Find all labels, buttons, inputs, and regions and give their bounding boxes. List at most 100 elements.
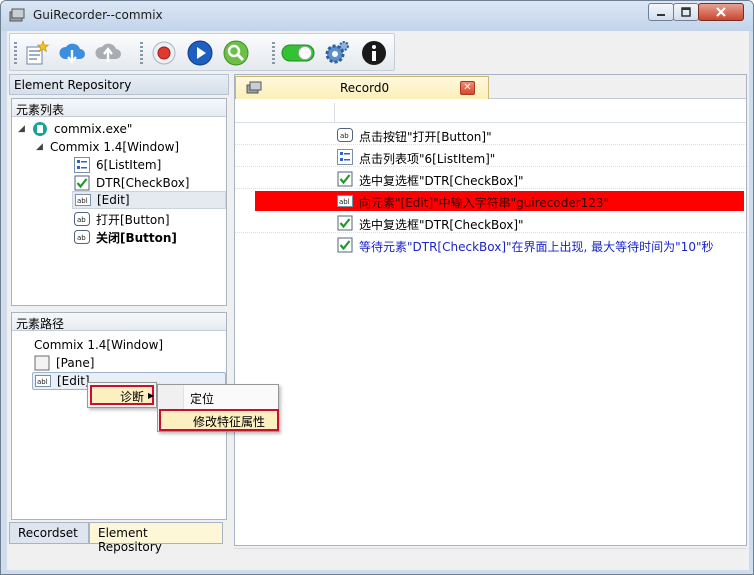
minimize-button[interactable]	[648, 3, 674, 21]
tree-item-label: Commix 1.4[Window]	[50, 140, 180, 154]
pane-icon	[34, 355, 50, 371]
step-row[interactable]: 点击列表项"6[ListItem]"	[235, 147, 746, 167]
step-text: 等待元素"DTR[CheckBox]"在界面上出现, 最大等待时间为"10"秒	[359, 240, 714, 254]
tree-item-label: commix.exe"	[54, 122, 133, 136]
path-item-label: Commix 1.4[Window]	[34, 338, 164, 352]
maximize-button[interactable]	[673, 3, 699, 21]
tree-item-label: [Edit]	[97, 193, 130, 207]
path-item-label: [Edit]	[57, 374, 90, 388]
window-title: GuiRecorder--commix	[33, 8, 163, 22]
steps-grid-header	[235, 103, 746, 123]
panel-title: Element Repository	[9, 74, 229, 95]
svg-text:abl: abl	[77, 197, 88, 205]
upload-button[interactable]	[94, 39, 122, 67]
title-bar: GuiRecorder--commix	[1, 1, 753, 31]
step-text: 点击按钮"打开[Button]"	[359, 130, 492, 144]
tree-item-open-button[interactable]: ab 打开[Button]	[74, 210, 170, 228]
context-submenu: 定位 修改特征属性	[157, 384, 279, 432]
close-icon: ✕	[463, 82, 472, 93]
bottom-tab-bar: Recordset Element Repository	[9, 522, 229, 554]
path-item-pane[interactable]: [Pane]	[34, 354, 94, 372]
checkbox-icon	[74, 175, 90, 191]
step-text: 点击列表项"6[ListItem]"	[359, 152, 496, 166]
cloud-upload-icon	[95, 43, 121, 62]
step-text: 向元素"[Edit]"中输入字符串"guirecoder123"	[359, 196, 610, 210]
element-repository-panel: Element Repository 元素列表 ◢ commix.exe" ◢ …	[9, 74, 229, 568]
record-editor: Record0 ✕ ab 点击按钮"打开[Button]" 点击列表项"6[Li…	[234, 74, 747, 546]
step-row-highlighted[interactable]: abl 向元素"[Edit]"中输入字符串"guirecoder123"	[255, 191, 744, 211]
edit-abl-icon: abl	[75, 194, 91, 206]
tree-item-label: 6[ListItem]	[96, 158, 162, 172]
toolbar-grip[interactable]	[140, 42, 143, 64]
new-record-button[interactable]	[22, 39, 50, 67]
tree-item-label: DTR[CheckBox]	[96, 176, 190, 190]
tree-item-commix-exe[interactable]: ◢ commix.exe"	[18, 120, 132, 138]
app-icon	[9, 8, 25, 22]
close-button[interactable]	[698, 3, 744, 21]
record-icon	[152, 41, 176, 65]
checkbox-icon	[337, 171, 353, 187]
tree-item-label: 打开[Button]	[96, 212, 170, 227]
collapse-arrow-icon[interactable]: ◢	[36, 142, 46, 152]
tab-record0[interactable]: Record0 ✕	[235, 76, 489, 99]
checkbox-icon	[337, 215, 353, 231]
tree-item-checkbox[interactable]: DTR[CheckBox]	[74, 174, 190, 192]
button-ab-icon: ab	[74, 230, 90, 244]
download-button[interactable]	[58, 39, 86, 67]
tree-item-listitem[interactable]: 6[ListItem]	[74, 156, 161, 174]
context-menu: 诊断 ▶	[87, 382, 157, 408]
document-tab-bar: Record0 ✕	[235, 75, 746, 99]
toolbar-grip[interactable]	[14, 42, 17, 64]
tab-recordset[interactable]: Recordset	[9, 522, 89, 544]
settings-button[interactable]	[322, 39, 350, 67]
step-text: 选中复选框"DTR[CheckBox]"	[359, 218, 524, 232]
element-tree: 元素列表 ◢ commix.exe" ◢ Commix 1.4[Window]	[11, 98, 227, 306]
step-row[interactable]: ab 点击按钮"打开[Button]"	[235, 125, 746, 145]
collapse-arrow-icon[interactable]: ◢	[18, 124, 28, 134]
record-button[interactable]	[150, 39, 178, 67]
svg-text:abl: abl	[37, 378, 48, 386]
submenu-arrow-icon: ▶	[148, 391, 155, 400]
path-item-window[interactable]: Commix 1.4[Window]	[34, 336, 163, 354]
app-window: GuiRecorder--commix Element Repository 元…	[0, 0, 754, 575]
record-doc-icon	[246, 81, 262, 94]
client-area: Element Repository 元素列表 ◢ commix.exe" ◢ …	[7, 31, 749, 570]
element-path-label: 元素路径	[12, 313, 226, 331]
step-row[interactable]: 等待元素"DTR[CheckBox]"在界面上出现, 最大等待时间为"10"秒	[235, 235, 746, 255]
tree-item-label: 关闭[Button]	[96, 230, 177, 245]
tab-close-button[interactable]: ✕	[460, 81, 475, 95]
tab-element-repository[interactable]: Element Repository	[89, 522, 223, 554]
menu-item-modify-properties[interactable]: 修改特征属性	[159, 409, 279, 431]
toggle-switch[interactable]	[280, 39, 316, 67]
toggle-on-icon	[281, 44, 315, 62]
column-divider[interactable]	[334, 103, 335, 123]
search-element-button[interactable]	[222, 39, 250, 67]
tree-item-edit[interactable]: abl [Edit]	[72, 191, 226, 209]
listitem-icon	[337, 149, 353, 165]
svg-text:ab: ab	[77, 216, 86, 224]
cloud-download-icon	[59, 43, 85, 64]
status-bar	[234, 548, 747, 568]
step-row[interactable]: 选中复选框"DTR[CheckBox]"	[235, 169, 746, 189]
maximize-icon	[681, 7, 691, 17]
listitem-icon	[74, 157, 90, 173]
toolbar-grip[interactable]	[272, 42, 275, 64]
application-icon	[33, 122, 47, 136]
play-button[interactable]	[186, 39, 214, 67]
svg-text:ab: ab	[77, 234, 86, 242]
tree-item-commix-window[interactable]: ◢ Commix 1.4[Window]	[36, 138, 180, 156]
gear-icon	[325, 41, 349, 64]
edit-abl-icon: abl	[337, 195, 353, 207]
path-item-label: [Pane]	[56, 356, 95, 370]
menu-item-diagnose[interactable]: 诊断 ▶	[90, 385, 154, 405]
about-button[interactable]	[360, 39, 388, 67]
tree-item-close-button[interactable]: ab 关闭[Button]	[74, 228, 177, 246]
step-row[interactable]: 选中复选框"DTR[CheckBox]"	[235, 213, 746, 233]
tab-title: Record0	[340, 81, 390, 95]
step-text: 选中复选框"DTR[CheckBox]"	[359, 174, 524, 188]
menu-item-label: 诊断	[120, 390, 145, 404]
checkbox-icon	[337, 237, 353, 253]
main-toolbar	[9, 33, 395, 71]
svg-text:abl: abl	[339, 198, 350, 206]
menu-item-locate[interactable]: 定位	[190, 390, 214, 407]
